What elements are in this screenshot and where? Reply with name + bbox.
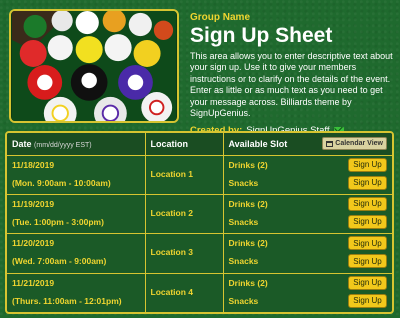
slot-item: Drinks (2) Sign Up (228, 234, 387, 252)
slot-item: Drinks (2) Sign Up (228, 274, 387, 292)
date-text: 11/19/2019 (12, 198, 55, 209)
slot-item: Snacks Sign Up (228, 213, 387, 231)
slot-item: Snacks Sign Up (228, 174, 387, 192)
slot-item: Drinks (2) Sign Up (228, 195, 387, 213)
signup-table: Date (mm/dd/yyyy EST) Location Available… (5, 131, 394, 314)
time-text: (Wed. 7:00am - 9:00am) (12, 256, 107, 267)
billiard-balls-image (9, 9, 179, 123)
group-name: Group Name (190, 12, 251, 23)
date-cell: 11/21/2019 (Thurs. 11:00am - 12:01pm) (7, 273, 146, 312)
slot-name: Snacks (228, 295, 259, 306)
date-cell: 11/19/2019 (Tue. 1:00pm - 3:00pm) (7, 194, 146, 235)
sign-up-button[interactable]: Sign Up (348, 236, 387, 251)
slot-item: Snacks Sign Up (228, 252, 387, 270)
header-info: Group Name Sign Up Sheet This area allow… (190, 12, 395, 136)
calendar-view-button[interactable]: Calendar View (322, 137, 387, 151)
location-text: Location 4 (150, 286, 194, 297)
location-text: Location 1 (150, 168, 194, 179)
location-cell: Location 2 (145, 194, 224, 235)
slot-name: Drinks (2) (228, 198, 268, 209)
sign-up-button[interactable]: Sign Up (348, 293, 387, 308)
date-header-label: Date (12, 138, 32, 149)
date-text: 11/21/2019 (12, 277, 55, 288)
sign-up-button[interactable]: Sign Up (348, 214, 387, 229)
location-cell: Location 4 (145, 273, 224, 312)
table-row: 11/18/2019 (Mon. 9:00am - 10:00am) Locatio… (7, 155, 392, 195)
slot-cell: Drinks (2) Sign Up Snacks Sign Up (223, 233, 392, 274)
page-title: Sign Up Sheet (190, 24, 333, 47)
table-row: 11/20/2019 (Wed. 7:00am - 9:00am) Location… (7, 233, 392, 274)
table-row: 11/19/2019 (Tue. 1:00pm - 3:00pm) Location… (7, 194, 392, 235)
slot-header-label: Available Slot (228, 138, 288, 149)
time-text: (Tue. 1:00pm - 3:00pm) (12, 216, 104, 227)
date-text: 11/18/2019 (12, 159, 55, 170)
sign-up-button[interactable]: Sign Up (348, 175, 387, 190)
calendar-icon (326, 140, 334, 147)
time-text: (Mon. 9:00am - 10:00am) (12, 177, 111, 188)
description-text: This area allows you to enter descriptiv… (190, 51, 393, 119)
location-text: Location 3 (150, 247, 194, 258)
slot-cell: Drinks (2) Sign Up Snacks Sign Up (223, 155, 392, 195)
location-text: Location 2 (150, 207, 194, 218)
time-text: (Thurs. 11:00am - 12:01pm) (12, 295, 122, 306)
date-cell: 11/20/2019 (Wed. 7:00am - 9:00am) (7, 233, 146, 274)
slot-item: Snacks Sign Up (228, 292, 387, 310)
slot-name: Drinks (2) (228, 238, 268, 249)
slot-name: Drinks (2) (228, 159, 268, 170)
sign-up-button[interactable]: Sign Up (348, 275, 387, 290)
slot-name: Snacks (228, 177, 259, 188)
slot-item: Drinks (2) Sign Up (228, 156, 387, 174)
sign-up-button[interactable]: Sign Up (348, 157, 387, 172)
slot-name: Snacks (228, 256, 259, 267)
calendar-view-label: Calendar View (335, 140, 383, 148)
slot-cell: Drinks (2) Sign Up Snacks Sign Up (223, 273, 392, 312)
location-cell: Location 1 (145, 155, 224, 195)
location-cell: Location 3 (145, 233, 224, 274)
slot-column-header: Available Slot Calendar View (223, 133, 392, 156)
slot-name: Drinks (2) (228, 277, 268, 288)
date-text: 11/20/2019 (12, 238, 55, 249)
date-column-header: Date (mm/dd/yyyy EST) (7, 133, 146, 156)
location-column-header: Location (145, 133, 224, 156)
date-cell: 11/18/2019 (Mon. 9:00am - 10:00am) (7, 155, 146, 195)
slot-name: Snacks (228, 216, 259, 227)
table-row: 11/21/2019 (Thurs. 11:00am - 12:01pm) Loca… (7, 273, 392, 312)
sign-up-button[interactable]: Sign Up (348, 254, 387, 269)
slot-cell: Drinks (2) Sign Up Snacks Sign Up (223, 194, 392, 235)
sign-up-button[interactable]: Sign Up (348, 196, 387, 211)
date-format-label: (mm/dd/yyyy EST) (34, 141, 92, 149)
